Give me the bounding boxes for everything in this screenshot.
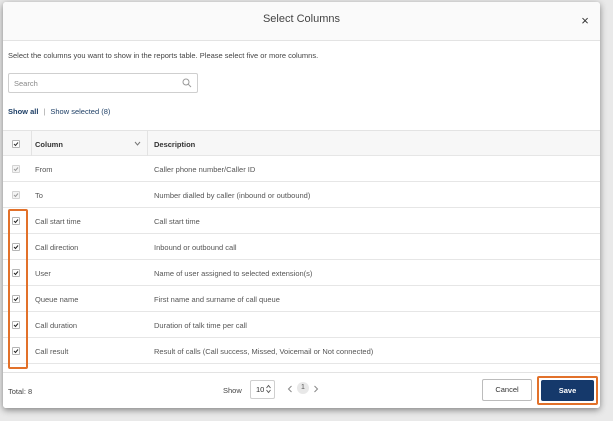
table-row: Call direction Inbound or outbound call	[3, 234, 600, 260]
search-box	[8, 73, 198, 93]
page-size-value: 10	[256, 385, 265, 394]
column-name: Call result	[35, 347, 69, 356]
column-name: Queue name	[35, 295, 79, 304]
columns-table: Column Description From Caller phone numb…	[3, 130, 600, 364]
table-row: To Number dialled by caller (inbound or o…	[3, 182, 600, 208]
column-name: To	[35, 191, 43, 200]
column-name: User	[35, 269, 51, 278]
table-header-row: Column Description	[3, 130, 600, 156]
column-header-label: Column	[35, 140, 63, 149]
column-name: Call duration	[35, 321, 78, 330]
table-row: Call result Result of calls (Call success…	[3, 338, 600, 364]
close-icon[interactable]: ×	[578, 14, 592, 28]
checkbox-icon	[12, 165, 20, 173]
filter-links: Show all | Show selected (8)	[8, 107, 110, 117]
checkbox-icon	[12, 243, 20, 251]
show-selected-link[interactable]: Show selected (8)	[50, 107, 110, 116]
table-row: User Name of user assigned to selected ex…	[3, 260, 600, 286]
filter-separator: |	[43, 107, 46, 116]
row-checkbox[interactable]	[12, 295, 20, 303]
row-checkbox[interactable]	[12, 217, 20, 225]
checkbox-icon	[12, 347, 20, 355]
search-icon	[182, 78, 192, 88]
row-checkbox	[12, 165, 20, 173]
row-checkbox	[12, 191, 20, 199]
current-page-number[interactable]: 1	[297, 382, 309, 394]
column-description: Caller phone number/Caller ID	[154, 165, 256, 174]
checkbox-icon	[12, 217, 20, 225]
table-row: Queue name First name and surname of call…	[3, 286, 600, 312]
column-description: Result of calls (Call success, Missed, V…	[154, 347, 374, 356]
checkbox-icon	[12, 295, 20, 303]
select-columns-dialog: Select Columns × Select the columns you …	[3, 2, 600, 408]
dialog-header: Select Columns ×	[3, 2, 600, 41]
row-checkbox[interactable]	[12, 321, 20, 329]
save-button[interactable]: Save	[541, 380, 594, 401]
page-size-select[interactable]: 10	[250, 380, 275, 399]
checkbox-icon	[12, 140, 20, 148]
column-description: Call start time	[154, 217, 200, 226]
page-size-label: Show	[223, 386, 242, 395]
search-input[interactable]	[14, 76, 174, 90]
cancel-button[interactable]: Cancel	[482, 379, 532, 401]
show-all-link[interactable]: Show all	[8, 107, 38, 116]
column-description: Name of user assigned to selected extens…	[154, 269, 313, 278]
table-row: From Caller phone number/Caller ID	[3, 156, 600, 182]
dialog-title: Select Columns	[262, 13, 341, 25]
description-header-label: Description	[154, 140, 196, 149]
column-name: Call direction	[35, 243, 79, 252]
sort-chevron-icon[interactable]	[134, 141, 141, 146]
table-row: Call duration Duration of talk time per c…	[3, 312, 600, 338]
page-size-arrows-icon	[266, 384, 271, 394]
dialog-footer: Total: 8 Show 10 1 Cancel Save	[3, 372, 600, 408]
column-description: Inbound or outbound call	[154, 243, 237, 252]
column-name: Call start time	[35, 217, 81, 226]
row-checkbox[interactable]	[12, 269, 20, 277]
column-description: First name and surname of call queue	[154, 295, 280, 304]
save-highlight-frame: Save	[537, 376, 598, 405]
instructions-text: Select the columns you want to show in t…	[8, 51, 319, 60]
checkbox-icon	[12, 321, 20, 329]
table-body: From Caller phone number/Caller ID To Numbe…	[3, 156, 600, 364]
table-row: Call start time Call start time	[3, 208, 600, 234]
column-description: Number dialled by caller (inbound or out…	[154, 191, 311, 200]
select-all-checkbox[interactable]	[12, 140, 20, 148]
row-checkbox[interactable]	[12, 243, 20, 251]
column-description: Duration of talk time per call	[154, 321, 247, 330]
column-name: From	[35, 165, 53, 174]
next-page-icon[interactable]	[313, 385, 319, 393]
row-checkbox[interactable]	[12, 347, 20, 355]
prev-page-icon[interactable]	[287, 385, 293, 393]
checkbox-icon	[12, 269, 20, 277]
checkbox-icon	[12, 191, 20, 199]
total-count: Total: 8	[8, 387, 33, 396]
